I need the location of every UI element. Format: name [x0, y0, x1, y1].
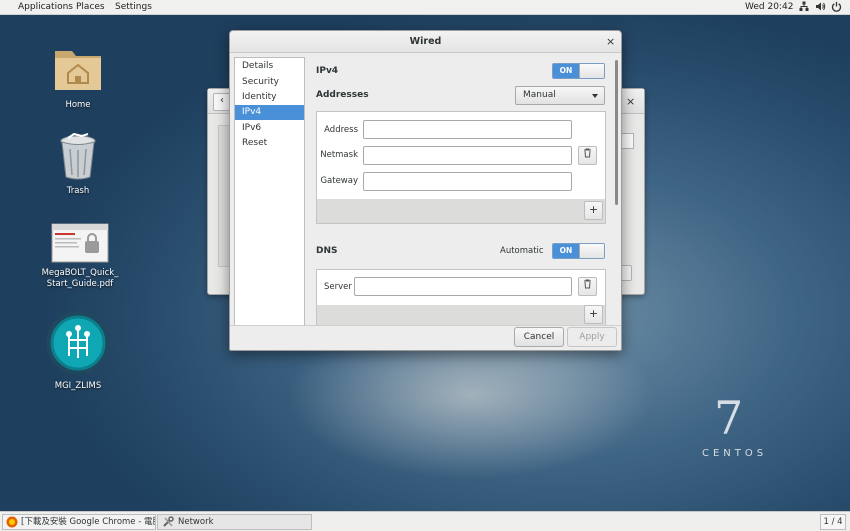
sidebar-item-reset[interactable]: Reset: [235, 136, 304, 151]
desktop-icon-zlims[interactable]: MGI_ZLIMS: [38, 310, 118, 392]
firefox-icon: [6, 516, 18, 529]
switch-knob: [579, 244, 604, 258]
dns-automatic-label: Automatic: [500, 246, 544, 256]
netmask-input[interactable]: [363, 146, 572, 165]
dropdown-value: Manual: [523, 90, 556, 100]
top-bar: Applications Places Settings Wed 20:42: [0, 0, 850, 15]
sidebar-item-security[interactable]: Security: [235, 75, 304, 90]
dns-server-label: Server: [324, 282, 352, 292]
settings-scrollbar[interactable]: [615, 60, 618, 205]
dialog-titlebar: Wired ×: [230, 31, 621, 53]
workspace-switcher[interactable]: 1 / 4: [820, 514, 846, 530]
ipv4-toggle-switch[interactable]: ON: [552, 63, 605, 79]
chevron-down-icon: [592, 94, 598, 98]
add-dns-button[interactable]: +: [584, 305, 603, 324]
sidebar-item-details[interactable]: Details: [235, 59, 304, 74]
sidebar-item-identity[interactable]: Identity: [235, 90, 304, 105]
desktop-icon-label: MegaBOLT_Quick_ Start_Guide.pdf: [41, 268, 119, 289]
desktop-icon-label: Trash: [66, 186, 90, 196]
desktop-icon-home[interactable]: Home: [38, 43, 118, 111]
volume-icon[interactable]: [815, 1, 826, 15]
taskbar: [下載及安裝 Google Chrome - 電腦 ... Network 1 …: [0, 511, 850, 531]
close-icon[interactable]: ×: [606, 36, 615, 47]
dns-automatic-switch[interactable]: ON: [552, 243, 605, 259]
centos-logo-text: CENTOS: [702, 448, 768, 459]
settings-sidebar: Details Security Identity IPv4 IPv6 Rese…: [234, 57, 305, 326]
trash-icon: [56, 132, 100, 184]
sidebar-item-ipv6[interactable]: IPv6: [235, 121, 304, 136]
desktop-icon-trash[interactable]: Trash: [38, 132, 118, 197]
address-label: Address: [324, 125, 358, 135]
ipv4-heading: IPv4: [316, 66, 339, 76]
dialog-title: Wired: [409, 36, 442, 47]
dns-panel: Server: [316, 269, 606, 307]
applications-menu[interactable]: Applications: [18, 2, 73, 12]
addresses-method-dropdown[interactable]: Manual: [515, 86, 605, 105]
folder-home-icon: [52, 51, 104, 98]
delete-address-button[interactable]: [578, 146, 597, 165]
addresses-label: Addresses: [316, 90, 369, 100]
task-label: Network: [178, 517, 214, 527]
sidebar-item-ipv4[interactable]: IPv4: [235, 105, 304, 120]
settings-menu[interactable]: Settings: [115, 2, 152, 12]
switch-on-label: ON: [553, 64, 579, 78]
cancel-button[interactable]: Cancel: [514, 327, 564, 347]
netmask-label: Netmask: [320, 150, 358, 160]
centos-logo-number: 7: [714, 391, 744, 445]
dns-server-input[interactable]: [354, 277, 572, 296]
network-tools-icon: [162, 516, 174, 529]
desktop-icon-label: MGI_ZLIMS: [54, 381, 102, 391]
delete-dns-button[interactable]: [578, 277, 597, 296]
clock[interactable]: Wed 20:42: [745, 2, 793, 12]
addresses-panel: Address Netmask Gateway: [316, 111, 606, 200]
zlims-app-icon: [45, 311, 111, 379]
add-address-button[interactable]: +: [584, 201, 603, 220]
addresses-toolbar: +: [316, 199, 606, 224]
power-icon[interactable]: [831, 1, 842, 15]
network-icon[interactable]: [799, 1, 809, 15]
desktop-icon-pdf[interactable]: MegaBOLT_Quick_ Start_Guide.pdf: [38, 223, 122, 290]
dns-toolbar: +: [316, 305, 606, 326]
pdf-document-icon: [51, 223, 109, 266]
desktop-icon-label: Home: [65, 100, 91, 110]
apply-button[interactable]: Apply: [567, 327, 617, 347]
address-input[interactable]: [363, 120, 572, 139]
task-label: [下載及安裝 Google Chrome - 電腦 ...: [21, 517, 155, 527]
wired-settings-dialog: Wired × Details Security Identity IPv4 I…: [229, 30, 622, 351]
switch-on-label: ON: [553, 244, 579, 258]
close-icon[interactable]: ×: [626, 96, 635, 107]
dns-heading: DNS: [316, 246, 338, 256]
dialog-divider: [230, 325, 621, 326]
switch-knob: [579, 64, 604, 78]
task-network[interactable]: Network: [157, 514, 312, 530]
trash-icon: [583, 279, 592, 292]
gateway-label: Gateway: [320, 176, 358, 186]
gateway-input[interactable]: [363, 172, 572, 191]
trash-icon: [583, 148, 592, 161]
task-chrome-download[interactable]: [下載及安裝 Google Chrome - 電腦 ...: [2, 514, 156, 530]
places-menu[interactable]: Places: [76, 2, 105, 12]
